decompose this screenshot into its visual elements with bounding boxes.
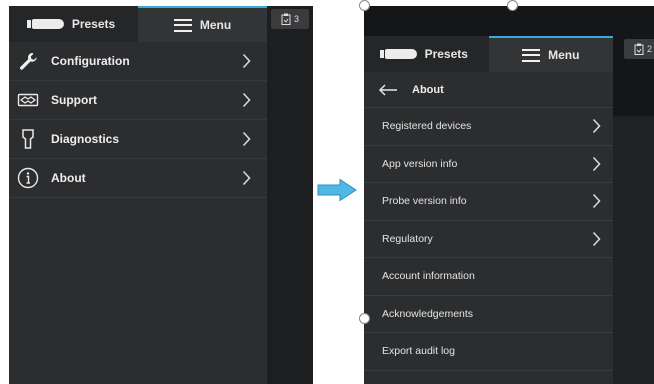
about-item-acknowledgements[interactable]: Acknowledgements [364,296,613,333]
about-item-regulatory[interactable]: Regulatory [364,221,613,258]
left-tab-presets[interactable]: Presets [9,6,138,42]
back-arrow-icon[interactable] [378,83,398,96]
info-icon [17,167,39,189]
chevron-right-icon [592,156,601,171]
right-tab-menu[interactable]: Menu [488,36,613,72]
menu-item-label: Support [51,93,97,107]
menu-item-label: Diagnostics [51,132,120,146]
left-screen: Presets Menu Configuration Support Diagn… [9,6,313,384]
clipboard-icon [634,43,644,55]
right-screen: Presets Menu About Registered devices Ap… [364,6,654,384]
about-item-label: Probe version info [382,195,467,208]
right-about-panel: Presets Menu About Registered devices Ap… [364,36,613,384]
hamburger-icon [522,48,541,62]
resize-handle-middle-left[interactable] [359,313,370,324]
right-tab-bar: Presets Menu [364,36,613,72]
clipboard-icon [281,13,291,25]
about-item-label: Account information [382,270,475,283]
clipboard-badge[interactable]: 2 [624,39,654,59]
probe-presets-icon [379,49,417,59]
chevron-right-icon [592,119,601,134]
about-title: About [412,83,444,96]
menu-item-about[interactable]: About [9,159,267,198]
wrench-icon [17,50,39,72]
right-tab-menu-label: Menu [548,48,580,62]
left-tab-presets-label: Presets [71,17,116,31]
probe-presets-icon [26,19,64,29]
chevron-right-icon [242,92,251,108]
menu-item-diagnostics[interactable]: Diagnostics [9,120,267,159]
about-item-label: Export audit log [382,345,455,358]
about-item-label: Registered devices [382,120,472,133]
menu-item-label: Configuration [51,54,130,68]
transition-arrow-icon [317,178,357,202]
right-tab-presets[interactable]: Presets [364,36,489,72]
about-item-label: Acknowledgements [382,307,474,320]
about-item-label: Regulatory [382,232,433,245]
chevron-right-icon [592,194,601,209]
left-menu-panel: Presets Menu Configuration Support Diagn… [9,6,267,384]
menu-item-support[interactable]: Support [9,81,267,120]
clipboard-badge-count: 3 [293,14,299,24]
left-tab-menu-label: Menu [199,18,232,32]
clipboard-badge[interactable]: 3 [271,9,309,29]
handshake-icon [17,89,39,111]
about-header[interactable]: About [364,72,613,108]
menu-item-configuration[interactable]: Configuration [9,42,267,81]
left-tab-menu[interactable]: Menu [138,6,267,42]
chevron-right-icon [242,131,251,147]
left-tab-bar: Presets Menu [9,6,267,42]
menu-item-label: About [51,171,86,185]
image-background [613,116,654,384]
about-item-export-audit-log[interactable]: Export audit log [364,333,613,371]
chevron-right-icon [242,53,251,69]
clipboard-badge-count: 2 [646,44,652,54]
about-item-account-information[interactable]: Account information [364,258,613,296]
about-item-registered-devices[interactable]: Registered devices [364,108,613,146]
probe-icon [17,128,39,150]
chevron-right-icon [242,170,251,186]
about-item-label: App version info [382,157,458,170]
hamburger-icon [173,18,192,32]
about-item-probe-version-info[interactable]: Probe version info [364,183,613,221]
right-tab-presets-label: Presets [424,47,468,61]
resize-handle-top-center[interactable] [507,0,518,11]
resize-handle-top-left[interactable] [359,0,370,11]
about-item-app-version-info[interactable]: App version info [364,146,613,183]
chevron-right-icon [592,231,601,246]
